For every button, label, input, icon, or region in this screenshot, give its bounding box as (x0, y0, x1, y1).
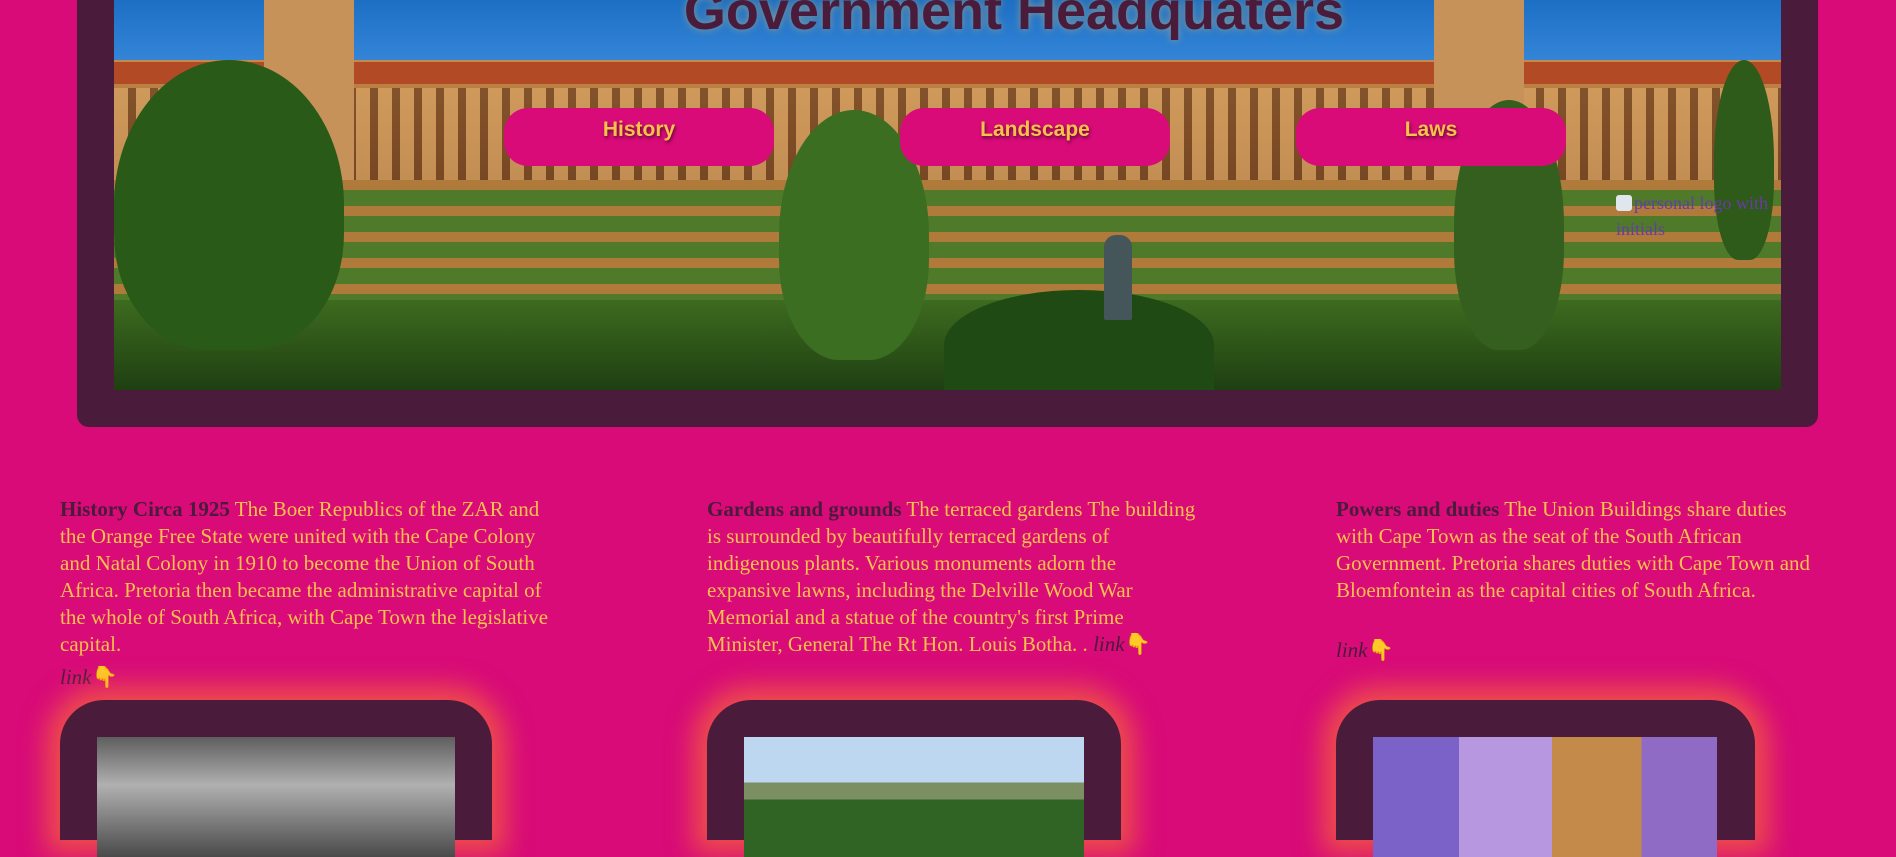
gardens-image-card (707, 700, 1121, 857)
gardens-section: Gardens and grounds The terraced gardens… (707, 496, 1197, 658)
powers-link[interactable]: link (1336, 638, 1368, 662)
powers-heading: Powers and duties (1336, 497, 1500, 521)
header-banner: Government Headquaters History Landscape… (77, 0, 1818, 427)
pointing-down-icon: 👇 (1367, 638, 1394, 662)
broken-image-icon (1616, 195, 1632, 211)
nav-button-history[interactable]: History (504, 108, 774, 166)
powers-image-card (1336, 700, 1755, 857)
historic-photo (97, 737, 455, 857)
landscape-photo (744, 737, 1084, 857)
history-section: History Circa 1925 The Boer Republics of… (60, 496, 570, 694)
pointing-down-icon: 👇 (1124, 632, 1151, 656)
page-title: Government Headquaters (683, 0, 1345, 41)
nav-button-laws[interactable]: Laws (1296, 108, 1566, 166)
nav-button-landscape[interactable]: Landscape (900, 108, 1170, 166)
history-paragraph: History Circa 1925 The Boer Republics of… (60, 496, 570, 658)
union-buildings-hero-image: Government Headquaters History Landscape… (114, 0, 1781, 390)
history-link[interactable]: link (60, 665, 92, 689)
logo-alt-text: personal logo with initials (1616, 193, 1768, 239)
powers-paragraph: Powers and duties The Union Buildings sh… (1336, 496, 1826, 604)
pointing-down-icon: 👇 (91, 665, 118, 689)
history-heading: History Circa 1925 (60, 497, 230, 521)
history-image-card (60, 700, 492, 857)
personal-logo: personal logo with initials (1616, 190, 1776, 242)
gardens-link[interactable]: link (1093, 632, 1125, 656)
gardens-heading: Gardens and grounds (707, 497, 902, 521)
jacaranda-photo (1373, 737, 1717, 857)
powers-section: Powers and duties The Union Buildings sh… (1336, 496, 1826, 667)
